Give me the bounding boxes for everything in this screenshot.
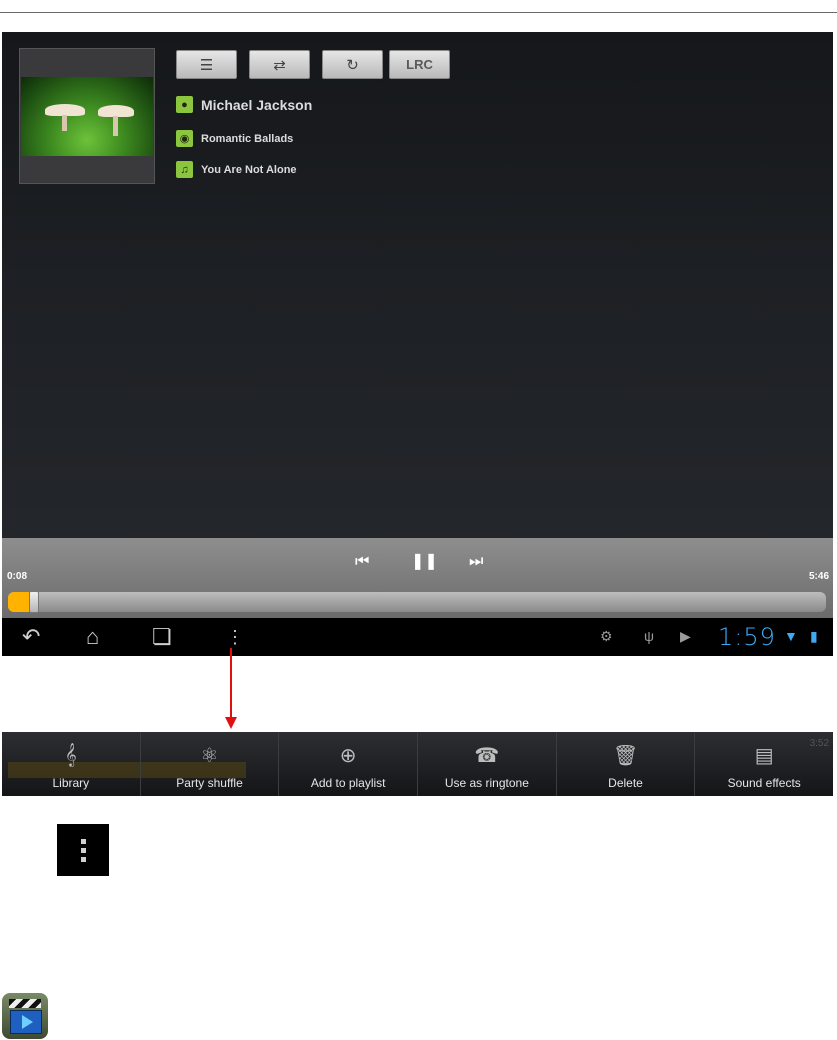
pause-button[interactable]: ❚❚ (411, 552, 438, 572)
pointer-arrow-head (225, 717, 237, 729)
ringtone-icon: ☎ (474, 744, 500, 767)
mushroom-stem (113, 116, 118, 136)
song-title: You Are Not Alone (201, 163, 297, 176)
music-note-icon: ♫ (176, 161, 193, 178)
lyrics-button-label: LRC (406, 57, 433, 72)
options-action-bar: 𝄞 Library ⚛ Party shuffle ⊕ Add to playl… (2, 732, 833, 796)
menu-dot (81, 839, 86, 844)
transport-panel: ⏮ ❚❚ ⏭ 0:08 5:46 (2, 538, 833, 618)
back-icon[interactable]: ↶ (22, 624, 40, 650)
clapperboard-icon (9, 999, 41, 1008)
system-navigation-bar: ↶ ⌂ ❏ ⋮ ⚙ ψ ▶ 1:59 ▼ ▮ (2, 618, 833, 656)
song-row: ♫ You Are Not Alone (176, 161, 297, 178)
usb-icon: ψ (644, 628, 654, 644)
add-icon: ⊕ (339, 744, 357, 767)
equalizer-icon: ▤ (754, 744, 774, 767)
video-player-app-icon (2, 993, 48, 1039)
previous-button[interactable]: ⏮ (355, 552, 369, 572)
microphone-icon: ● (176, 96, 193, 113)
music-player-screenshot: ☰ ⇄ ↻ LRC ● Michael Jackson ◉ Romantic B… (2, 32, 833, 656)
menu-dot (81, 848, 86, 853)
action-label: Add to playlist (310, 776, 386, 790)
album-art (19, 48, 155, 184)
mushroom-stem (62, 115, 67, 131)
video-screen-icon (10, 1010, 42, 1034)
media-playing-icon: ▶ (680, 628, 691, 644)
battery-icon: ▮ (810, 628, 818, 644)
shuffle-button[interactable]: ⇄ (249, 50, 310, 79)
artist-name: Michael Jackson (201, 96, 313, 113)
seek-bar[interactable] (8, 591, 826, 613)
party-shuffle-icon: ⚛ (200, 744, 219, 767)
delete-icon: 🗑 (612, 744, 639, 767)
artist-row: ● Michael Jackson (176, 96, 312, 113)
shuffle-icon: ⇄ (273, 56, 286, 74)
elapsed-time: 0:08 (7, 571, 28, 582)
pointer-arrow-line (230, 648, 232, 720)
action-party-shuffle[interactable]: ⚛ Party shuffle (141, 732, 280, 796)
total-duration: 5:46 (808, 571, 829, 582)
disc-icon: ◉ (176, 130, 193, 147)
recent-apps-icon[interactable]: ❏ (152, 624, 172, 650)
album-name: Romantic Ballads (201, 132, 294, 145)
action-label: Delete (608, 776, 643, 790)
album-art-image (21, 77, 153, 156)
home-icon[interactable]: ⌂ (86, 624, 99, 650)
action-label: Library (52, 776, 90, 790)
background-time: 3:52 (809, 738, 830, 749)
action-label: Sound effects (727, 776, 801, 790)
menu-key-illustration (57, 824, 109, 876)
action-library[interactable]: 𝄞 Library (2, 732, 141, 796)
next-button[interactable]: ⏭ (469, 552, 483, 572)
status-clock: 1:59 (718, 623, 776, 651)
action-label: Use as ringtone (444, 776, 529, 790)
android-debug-icon: ⚙ (600, 628, 613, 644)
wifi-icon: ▼ (784, 628, 798, 644)
menu-dot (81, 857, 86, 862)
library-icon: 𝄞 (64, 743, 77, 766)
action-sound-effects[interactable]: 3:52 ▤ Sound effects (695, 732, 833, 796)
play-icon (22, 1015, 33, 1029)
seek-bar-thumb[interactable] (28, 591, 39, 613)
album-row: ◉ Romantic Ballads (176, 130, 293, 147)
menu-overflow-icon[interactable]: ⋮ (226, 624, 244, 650)
repeat-button[interactable]: ↻ (322, 50, 383, 79)
action-label: Party shuffle (176, 776, 243, 790)
action-use-as-ringtone[interactable]: ☎ Use as ringtone (418, 732, 557, 796)
action-add-to-playlist[interactable]: ⊕ Add to playlist (279, 732, 419, 796)
lyrics-button[interactable]: LRC (389, 50, 450, 79)
action-delete[interactable]: 🗑 Delete (557, 732, 696, 796)
queue-button[interactable]: ☰ (176, 50, 237, 79)
page-divider (0, 12, 837, 13)
repeat-icon: ↻ (346, 56, 359, 74)
list-icon: ☰ (199, 56, 214, 74)
